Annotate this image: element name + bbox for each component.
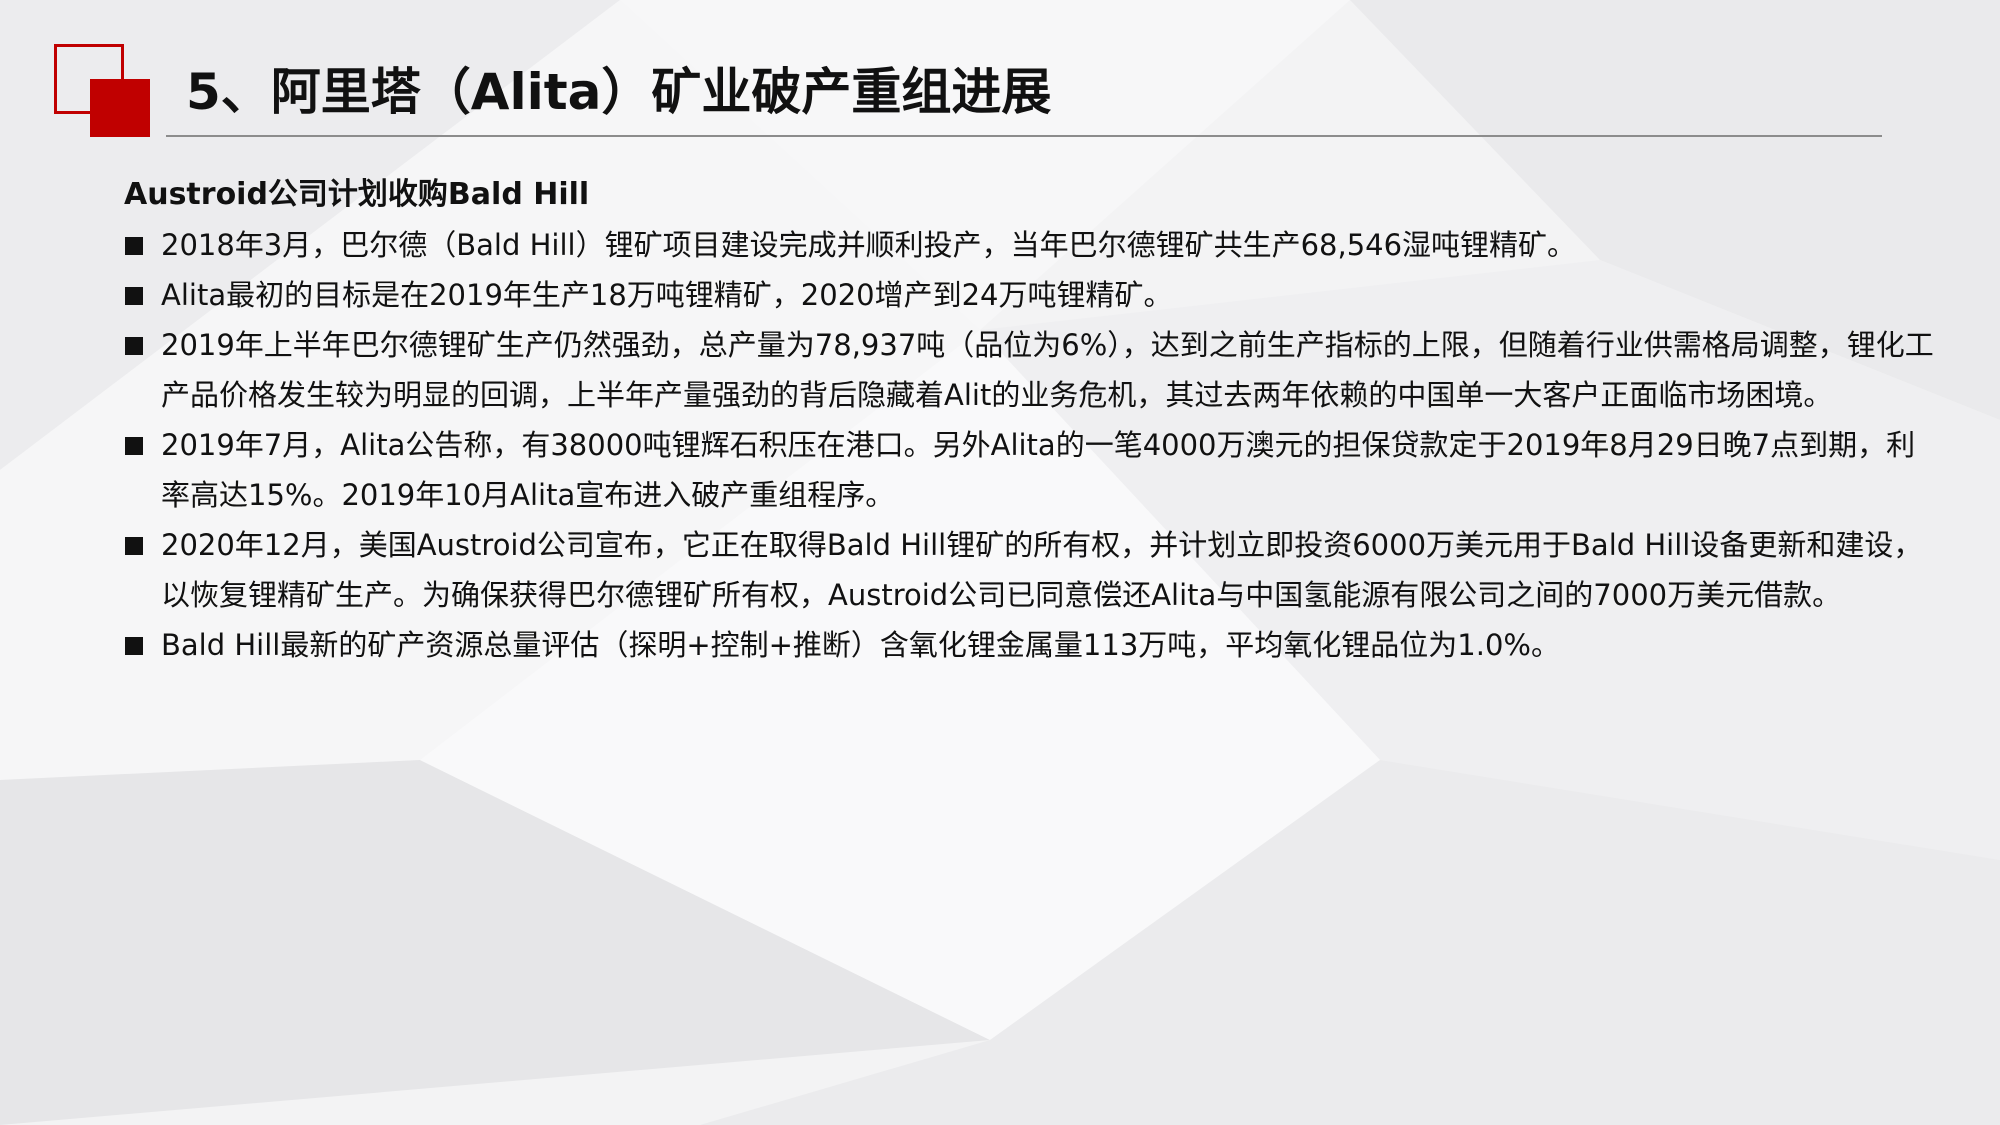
bullet-text: Bald Hill最新的矿产资源总量评估（探明+控制+推断）含氧化锂金属量113…	[161, 628, 1560, 662]
square-bullet-icon	[125, 537, 143, 555]
bullet-list: 2018年3月，巴尔德（Bald Hill）锂矿项目建设完成并顺利投产，当年巴尔…	[124, 220, 1944, 670]
section-subheading: Austroid公司计划收购Bald Hill	[124, 177, 590, 212]
square-bullet-icon	[125, 437, 143, 455]
bullet-item: 2019年上半年巴尔德锂矿生产仍然强劲，总产量为78,937吨（品位为6%），达…	[124, 320, 1944, 420]
slide-title: 5、阿里塔（Alita）矿业破产重组进展	[186, 63, 1052, 121]
bullet-item: 2018年3月，巴尔德（Bald Hill）锂矿项目建设完成并顺利投产，当年巴尔…	[124, 220, 1944, 270]
bullet-text: Alita最初的目标是在2019年生产18万吨锂精矿，2020增产到24万吨锂精…	[161, 278, 1173, 312]
title-divider	[166, 135, 1882, 137]
bullet-text: 2019年上半年巴尔德锂矿生产仍然强劲，总产量为78,937吨（品位为6%），达…	[161, 328, 1934, 412]
square-bullet-icon	[125, 237, 143, 255]
bullet-item: 2020年12月，美国Austroid公司宣布，它正在取得Bald Hill锂矿…	[124, 520, 1944, 620]
bullet-text: 2020年12月，美国Austroid公司宣布，它正在取得Bald Hill锂矿…	[161, 528, 1923, 612]
logo-solid-square-icon	[90, 79, 150, 137]
square-bullet-icon	[125, 337, 143, 355]
bullet-item: Alita最初的目标是在2019年生产18万吨锂精矿，2020增产到24万吨锂精…	[124, 270, 1944, 320]
bullet-item: 2019年7月，Alita公告称，有38000吨锂辉石积压在港口。另外Alita…	[124, 420, 1944, 520]
square-bullet-icon	[125, 287, 143, 305]
bullet-text: 2018年3月，巴尔德（Bald Hill）锂矿项目建设完成并顺利投产，当年巴尔…	[161, 228, 1577, 262]
slide-body: Austroid公司计划收购Bald Hill 2018年3月，巴尔德（Bald…	[124, 170, 1944, 670]
bullet-item: Bald Hill最新的矿产资源总量评估（探明+控制+推断）含氧化锂金属量113…	[124, 620, 1944, 670]
bullet-text: 2019年7月，Alita公告称，有38000吨锂辉石积压在港口。另外Alita…	[161, 428, 1916, 512]
square-bullet-icon	[125, 637, 143, 655]
